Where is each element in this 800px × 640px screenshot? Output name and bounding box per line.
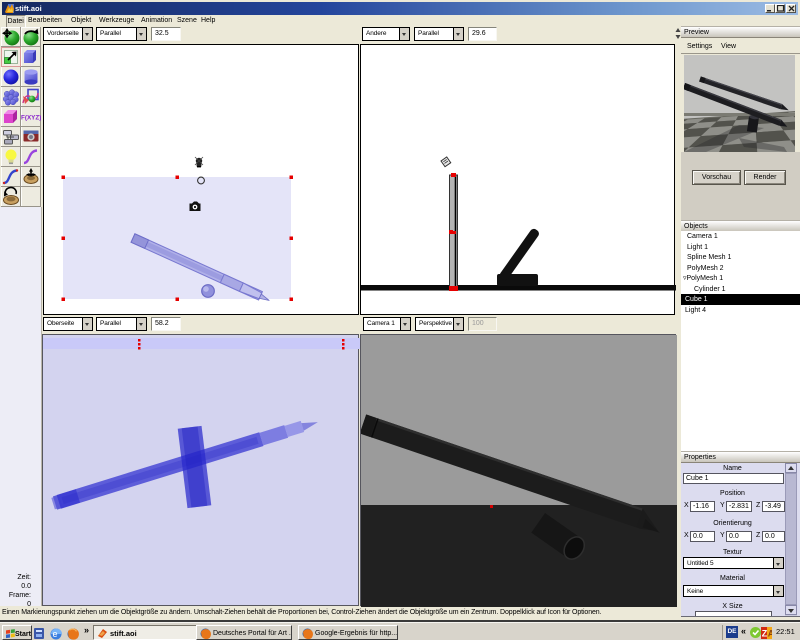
svg-text:A: A [768, 628, 772, 638]
svg-text:e: e [53, 629, 58, 639]
svg-text:F(XYZ): F(XYZ) [21, 115, 41, 122]
